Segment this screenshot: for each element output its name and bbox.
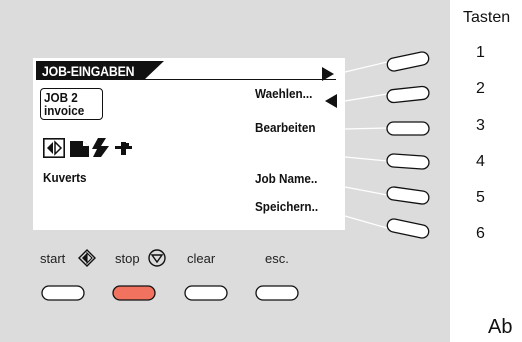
control-panel: JOB-EINGABEN JOB 2 invoice Kuverts Waehl… [0,0,450,342]
hardware-button-row [41,285,299,301]
leader-line-1 [344,61,388,73]
key-number-4: 4 [476,153,485,170]
softkey-3[interactable] [386,121,430,136]
softkey-1[interactable] [386,51,430,72]
start-icon [78,249,96,272]
leader-line-2 [344,93,388,102]
key-number-1: 1 [476,44,485,61]
softkey-2[interactable] [386,85,430,104]
keys-legend-title: Tasten [463,9,511,26]
clear-button[interactable] [184,285,228,301]
start-label: start [40,251,66,266]
stop-button[interactable] [112,285,156,301]
softkey-5[interactable] [386,186,430,205]
caption-text: Ab [488,316,513,338]
clear-label: clear [187,251,216,266]
leader-line-6 [344,215,388,229]
leader-line-5 [344,186,388,196]
leader-line-3 [344,127,388,130]
key-number-2: 2 [476,80,485,97]
stop-label: stop [115,251,140,266]
key-number-3: 3 [476,117,485,134]
start-button[interactable] [41,285,85,301]
key-number-6: 6 [476,225,485,242]
leader-line-4 [344,156,388,162]
stop-icon [148,249,166,272]
esc-button[interactable] [255,285,299,301]
key-number-5: 5 [476,189,485,206]
esc-label: esc. [265,251,289,266]
softkey-4[interactable] [386,153,430,170]
softkey-6[interactable] [386,218,430,239]
